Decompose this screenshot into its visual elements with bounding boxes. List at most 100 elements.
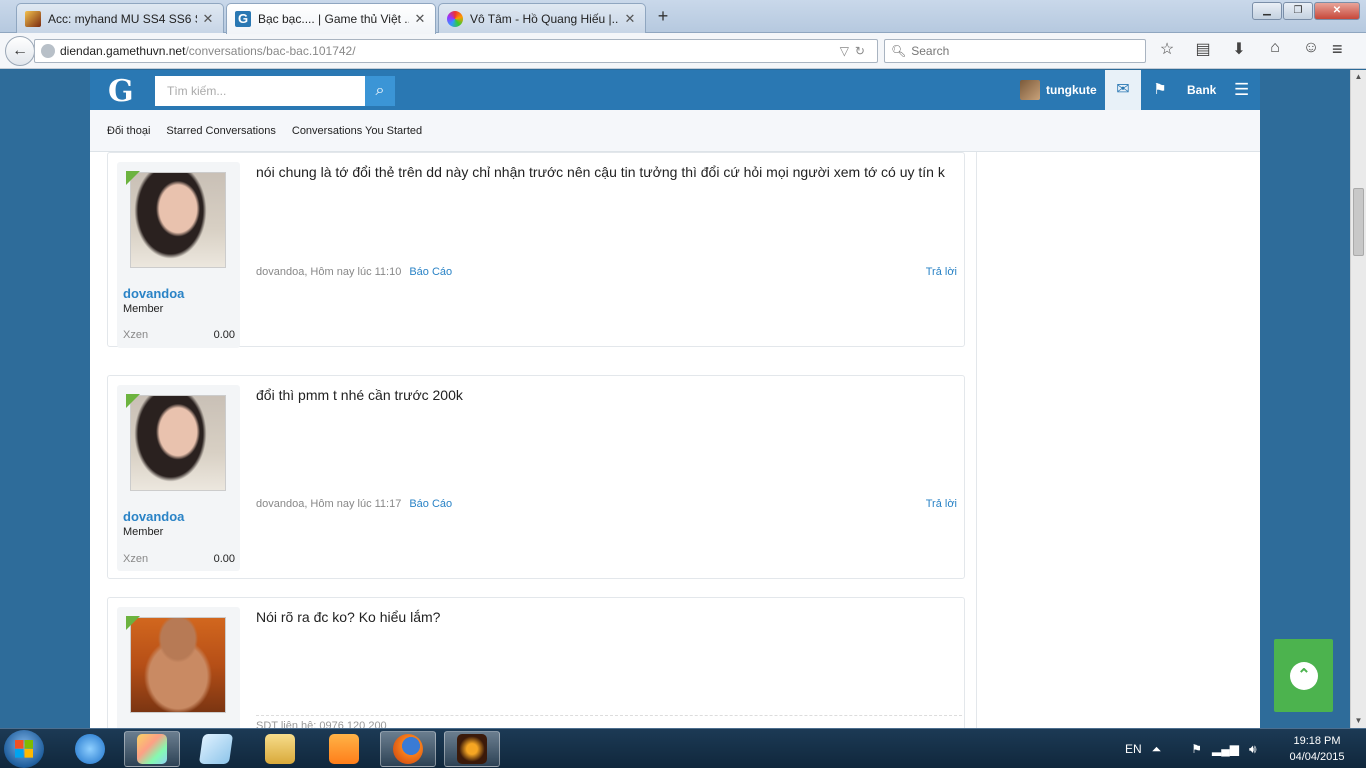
action-center-icon[interactable]: ⚑ xyxy=(1191,742,1202,756)
maximize-button[interactable]: ❐ xyxy=(1283,2,1313,20)
stat-label: Xzen xyxy=(123,329,149,341)
windows-logo-icon xyxy=(15,740,33,758)
conversations-button[interactable]: ✉ xyxy=(1105,70,1141,110)
music-favicon-icon xyxy=(447,10,463,27)
mu-favicon-icon xyxy=(25,10,41,27)
close-tab-icon[interactable]: ✕ xyxy=(413,11,427,27)
gamethuvn-favicon-icon: G xyxy=(235,11,251,27)
subnav-started[interactable]: Conversations You Started xyxy=(292,125,422,137)
site-search-button[interactable]: ⌕ xyxy=(365,76,395,106)
network-icon[interactable]: ▂▄▆ xyxy=(1212,742,1239,756)
message-timestamp: dovandoa, Hôm nay lúc 11:10 xyxy=(256,266,402,278)
clock-time: 19:18 PM xyxy=(1293,735,1341,747)
show-hidden-icons-icon[interactable]: ⏶ xyxy=(1152,742,1162,757)
url-bar[interactable]: diendan.gamethuvn.net/conversations/bac-… xyxy=(34,39,878,63)
scroll-down-icon[interactable]: ▼ xyxy=(1351,714,1366,728)
taskbar-game[interactable] xyxy=(444,731,500,767)
page-scrollbar[interactable]: ▲ ▼ xyxy=(1350,70,1366,728)
browser-tab-bar: Acc: myhand MU SS4 SS6 S... ✕ G Bạc bạc.… xyxy=(0,0,1366,34)
avatar[interactable] xyxy=(130,172,226,268)
taskbar-firefox[interactable] xyxy=(380,731,436,767)
message-signature: SDT liên hệ: 0976 120 200 xyxy=(256,715,962,728)
subnav-conversations[interactable]: Đối thoại xyxy=(107,125,150,137)
message: dovandoa Member Xzen 0.00 đổi thì pmm t … xyxy=(107,375,965,579)
bookmark-star-icon[interactable]: ☆ xyxy=(1155,39,1179,59)
taskbar-explorer[interactable] xyxy=(252,731,308,767)
back-button[interactable]: ← xyxy=(5,36,35,66)
browser-toolbar: ☆ ▤ ⬇ ⌂ ☺ xyxy=(1155,39,1323,59)
new-tab-button[interactable]: + xyxy=(650,4,676,28)
home-icon[interactable]: ⌂ xyxy=(1263,39,1287,59)
message-user-info: dovandoa Member Xzen 0.00 xyxy=(117,162,240,348)
language-indicator[interactable]: EN xyxy=(1125,742,1142,756)
user-stat: Xzen 0.00 xyxy=(123,329,235,341)
message-meta: dovandoa, Hôm nay lúc 11:10 Báo Cáo xyxy=(256,266,452,278)
user-avatar xyxy=(1020,80,1040,100)
forum-site: G Tìm kiếm... ⌕ tungkute ✉ ⚑ Bank ☰ Đối … xyxy=(90,70,1260,728)
message: Nói rõ ra đc ko? Ko hiểu lắm? SDT liên h… xyxy=(107,597,965,728)
taskbar-paint[interactable] xyxy=(124,731,180,767)
online-indicator-icon xyxy=(126,394,140,408)
close-window-button[interactable]: ✕ xyxy=(1314,2,1360,20)
media-player-icon xyxy=(329,734,359,764)
download-icon[interactable]: ⬇ xyxy=(1227,39,1251,59)
chevron-up-icon: ⌃ xyxy=(1290,662,1318,690)
back-to-top-button[interactable]: ⌃ xyxy=(1274,639,1333,712)
volume-icon[interactable]: 🔊︎ xyxy=(1249,742,1257,757)
stat-value: 0.00 xyxy=(213,329,235,341)
system-clock[interactable]: 19:18 PM 04/04/2015 xyxy=(1276,733,1358,765)
stat-label: Xzen xyxy=(123,553,149,565)
system-tray: EN ⏶ ⚑ ▂▄▆ 🔊︎ xyxy=(1125,729,1257,768)
scroll-up-icon[interactable]: ▲ xyxy=(1351,70,1366,84)
site-search-input[interactable]: Tìm kiếm... xyxy=(155,76,367,106)
alerts-button[interactable]: ⚑ xyxy=(1149,70,1171,110)
smiley-icon[interactable]: ☺ xyxy=(1299,39,1323,59)
minimize-button[interactable]: ▁ xyxy=(1252,2,1282,20)
tab-title: Vô Tâm - Hồ Quang Hiếu |... xyxy=(470,11,619,26)
firefox-icon xyxy=(393,734,423,764)
scrollbar-thumb[interactable] xyxy=(1353,188,1364,256)
reading-list-icon[interactable]: ▤ xyxy=(1191,39,1215,59)
tab-title: Bạc bạc.... | Game thủ Việt ... xyxy=(258,12,409,26)
report-link[interactable]: Báo Cáo xyxy=(409,266,452,278)
user-stat: Xzen 0.00 xyxy=(123,553,235,565)
folder-icon xyxy=(265,734,295,764)
user-menu[interactable]: tungkute xyxy=(1020,70,1097,110)
taskbar-notes[interactable] xyxy=(188,731,244,767)
close-tab-icon[interactable]: ✕ xyxy=(201,11,215,27)
online-indicator-icon xyxy=(126,171,140,185)
report-link[interactable]: Báo Cáo xyxy=(409,498,452,510)
taskbar-ie[interactable] xyxy=(62,731,118,767)
message-meta: dovandoa, Hôm nay lúc 11:17 Báo Cáo xyxy=(256,498,452,510)
notes-icon xyxy=(198,734,234,764)
browser-tab-1[interactable]: Acc: myhand MU SS4 SS6 S... ✕ xyxy=(16,3,224,33)
envelope-icon: ✉ xyxy=(1116,81,1130,98)
url-path: /conversations/bac-bac.101742/ xyxy=(185,44,356,58)
windows-taskbar: EN ⏶ ⚑ ▂▄▆ 🔊︎ 19:18 PM 04/04/2015 xyxy=(0,728,1366,768)
close-tab-icon[interactable]: ✕ xyxy=(623,11,637,27)
url-dropdown-reload-icons[interactable]: ▽↻ xyxy=(840,44,871,58)
bank-link[interactable]: Bank xyxy=(1187,70,1216,110)
site-menu-icon[interactable]: ☰ xyxy=(1234,70,1249,110)
subnav-starred[interactable]: Starred Conversations xyxy=(166,125,275,137)
arrow-left-icon: ← xyxy=(12,42,28,59)
paint-icon xyxy=(137,734,167,764)
search-placeholder: Search xyxy=(911,44,950,58)
message-username[interactable]: dovandoa xyxy=(123,509,184,524)
taskbar-media[interactable] xyxy=(316,731,372,767)
browser-tab-3[interactable]: Vô Tâm - Hồ Quang Hiếu |... ✕ xyxy=(438,3,646,33)
browser-menu-icon[interactable]: ≡ xyxy=(1332,39,1343,60)
browser-search-input[interactable]: 🔍︎ Search xyxy=(884,39,1146,63)
avatar[interactable] xyxy=(130,395,226,491)
window-controls: ▁ ❐ ✕ xyxy=(1252,2,1360,20)
message: dovandoa Member Xzen 0.00 nói chung là t… xyxy=(107,152,965,348)
avatar[interactable] xyxy=(130,617,226,713)
browser-tab-2[interactable]: G Bạc bạc.... | Game thủ Việt ... ✕ xyxy=(226,3,436,34)
start-button[interactable] xyxy=(4,730,44,768)
game-icon xyxy=(457,734,487,764)
reply-link[interactable]: Trả lời xyxy=(926,498,957,510)
reply-link[interactable]: Trả lời xyxy=(926,266,957,278)
message-text: đổi thì pmm t nhé cần trước 200k xyxy=(256,387,463,403)
site-logo[interactable]: G xyxy=(108,74,134,109)
message-username[interactable]: dovandoa xyxy=(123,286,184,301)
